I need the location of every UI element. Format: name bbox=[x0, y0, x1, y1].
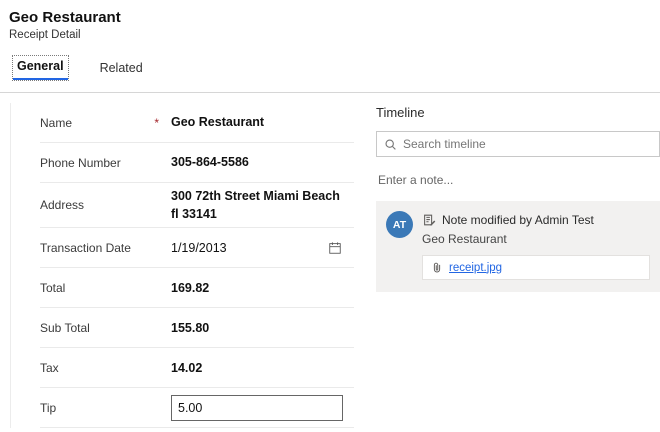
field-label-sub-total: Sub Total bbox=[40, 321, 171, 335]
field-row-transaction-date: Transaction Date 1/19/2013 bbox=[40, 228, 354, 269]
tab-bar: General Related bbox=[0, 41, 660, 81]
field-row-tax: Tax 14.02 bbox=[40, 348, 354, 389]
tip-input[interactable] bbox=[171, 394, 343, 421]
field-label-address: Address bbox=[40, 198, 171, 212]
field-value-address[interactable]: 300 72th Street Miami Beach fl 33141 bbox=[171, 189, 340, 221]
field-row-phone-number: Phone Number 305-864-5586 bbox=[40, 143, 354, 183]
page-header: Geo Restaurant Receipt Detail bbox=[0, 0, 660, 41]
page-subtitle: Receipt Detail bbox=[9, 29, 81, 41]
field-row-tip: Tip bbox=[40, 388, 354, 429]
field-value-sub-total[interactable]: 155.80 bbox=[171, 321, 209, 335]
field-label-text: Total bbox=[40, 280, 66, 295]
attachment-link[interactable]: receipt.jpg bbox=[449, 262, 502, 274]
required-asterisk: * bbox=[154, 115, 159, 130]
note-prompt[interactable]: Enter a note... bbox=[378, 173, 660, 187]
field-row-sub-total: Sub Total 155.80 bbox=[40, 308, 354, 349]
field-label-text: Phone Number bbox=[40, 155, 121, 170]
main-content: Name * Geo Restaurant Phone Number 305-864-5… bbox=[0, 93, 660, 429]
search-icon bbox=[384, 138, 397, 151]
timeline-note[interactable]: AT Note modified by Admin Test Geo Resta… bbox=[376, 201, 660, 292]
field-label-tax: Tax bbox=[40, 361, 171, 375]
form-section: Name * Geo Restaurant Phone Number 305-864-5… bbox=[10, 103, 354, 429]
field-label-text: Name bbox=[40, 115, 73, 130]
timeline-title: Timeline bbox=[376, 105, 425, 120]
field-label-transaction-date: Transaction Date bbox=[40, 241, 171, 255]
field-row-total: Total 169.82 bbox=[40, 268, 354, 309]
page-title: Geo Restaurant bbox=[9, 9, 121, 26]
field-row-name: Name * Geo Restaurant bbox=[40, 103, 354, 143]
avatar: AT bbox=[386, 211, 413, 238]
field-label-total: Total bbox=[40, 281, 171, 295]
tab-general[interactable]: General bbox=[12, 55, 69, 81]
field-value-transaction-date[interactable]: 1/19/2013 bbox=[171, 241, 227, 255]
field-label-text: Tip bbox=[40, 400, 57, 415]
field-label-name: Name * bbox=[40, 116, 171, 130]
note-icon bbox=[422, 213, 436, 227]
field-row-address: Address 300 72th Street Miami Beach fl 33… bbox=[40, 183, 354, 229]
field-value-phone-number[interactable]: 305-864-5586 bbox=[171, 155, 249, 169]
field-label-tip: Tip bbox=[40, 401, 171, 415]
note-title: Note modified by Admin Test bbox=[442, 213, 594, 227]
search-input[interactable] bbox=[403, 137, 652, 151]
field-value-name[interactable]: Geo Restaurant bbox=[171, 115, 264, 129]
field-label-text: Tax bbox=[40, 360, 59, 375]
attachment-chip[interactable]: receipt.jpg bbox=[422, 255, 650, 280]
field-label-text: Sub Total bbox=[40, 320, 90, 335]
field-value-total[interactable]: 169.82 bbox=[171, 281, 209, 295]
note-header: Note modified by Admin Test bbox=[422, 211, 650, 227]
note-subject: Geo Restaurant bbox=[422, 232, 507, 246]
field-label-text: Address bbox=[40, 198, 85, 213]
field-label-phone-number: Phone Number bbox=[40, 156, 171, 170]
paperclip-icon bbox=[431, 261, 443, 274]
field-label-text: Transaction Date bbox=[40, 240, 131, 255]
calendar-icon[interactable] bbox=[322, 241, 342, 255]
tab-related[interactable]: Related bbox=[96, 58, 147, 80]
note-body: Note modified by Admin Test Geo Restaura… bbox=[422, 211, 650, 280]
field-value-tax[interactable]: 14.02 bbox=[171, 361, 202, 375]
timeline-search[interactable] bbox=[376, 131, 660, 157]
timeline-panel: Timeline Enter a note... AT Note modifie… bbox=[376, 105, 660, 292]
